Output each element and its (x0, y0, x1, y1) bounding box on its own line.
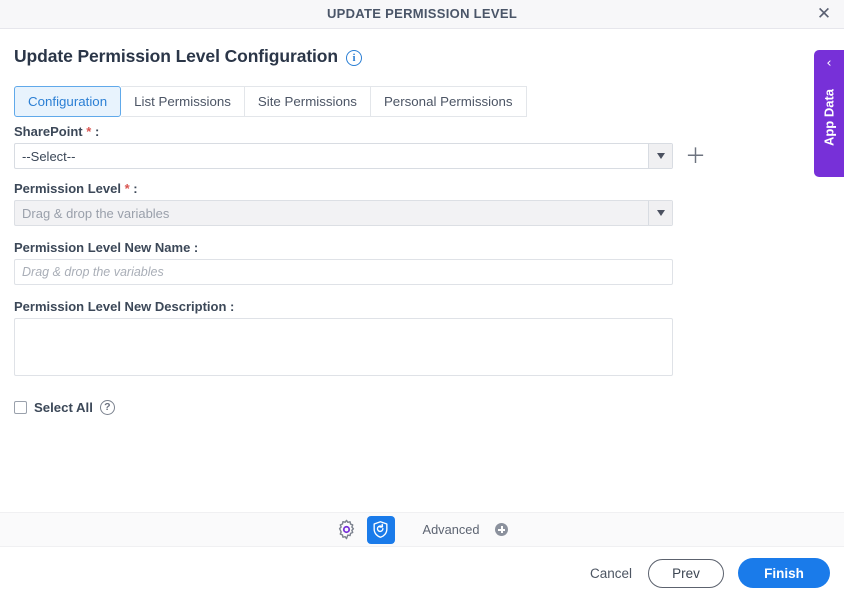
plus-icon[interactable]: ＋ (685, 145, 706, 167)
page-title: Update Permission Level Configuration (14, 46, 338, 66)
cancel-button[interactable]: Cancel (588, 562, 634, 585)
permission-level-new-description-input[interactable] (14, 318, 673, 376)
tab-configuration[interactable]: Configuration (14, 86, 122, 117)
help-icon[interactable]: ? (99, 400, 115, 415)
sharepoint-select[interactable]: --Select-- (14, 143, 673, 169)
bottom-toolbar: Advanced (0, 512, 844, 547)
plus-circle-icon[interactable] (495, 523, 509, 536)
app-data-panel-toggle[interactable]: ‹ App Data (814, 50, 844, 177)
select-all-checkbox[interactable] (14, 401, 27, 414)
configuration-form: SharePoint * : --Select-- ＋ Permission L… (14, 124, 714, 415)
tab-bar: Configuration List Permissions Site Perm… (14, 86, 527, 117)
select-all-label: Select All (34, 400, 93, 415)
sharepoint-label-colon: : (94, 124, 100, 139)
chevron-down-icon[interactable] (648, 144, 672, 168)
shield-refresh-icon[interactable] (366, 515, 395, 544)
permission-level-new-name-label: Permission Level New Name : (14, 240, 199, 255)
dialog-footer: Cancel Prev Finish (0, 552, 844, 594)
info-icon[interactable]: i (346, 49, 362, 66)
select-all-row: Select All ? (14, 400, 714, 415)
permission-level-row: Drag & drop the variables (14, 200, 714, 226)
sharepoint-label: SharePoint * : (14, 124, 714, 139)
tab-personal-permissions[interactable]: Personal Permissions (370, 86, 527, 117)
app-data-label: App Data (821, 88, 837, 147)
page-heading: Update Permission Level Configuration i (14, 46, 362, 67)
finish-button[interactable]: Finish (738, 558, 830, 588)
gear-icon[interactable] (336, 519, 357, 540)
close-icon[interactable]: ✕ (812, 3, 836, 26)
permission-level-select-value: Drag & drop the variables (22, 205, 170, 221)
dialog-title: UPDATE PERMISSION LEVEL (326, 6, 518, 21)
permission-level-new-name-input[interactable] (14, 259, 673, 285)
dialog-title-bar: UPDATE PERMISSION LEVEL ✕ (0, 0, 844, 29)
sharepoint-row: --Select-- ＋ (14, 143, 714, 169)
tab-list-permissions[interactable]: List Permissions (121, 86, 245, 117)
sharepoint-required-marker: * (86, 124, 92, 139)
permission-level-label-colon: : (133, 181, 138, 196)
sharepoint-label-text: SharePoint (14, 124, 83, 139)
permission-level-required-marker: * (124, 181, 130, 196)
tab-site-permissions[interactable]: Site Permissions (244, 86, 371, 117)
permission-level-label-text: Permission Level (14, 181, 121, 196)
permission-level-select[interactable]: Drag & drop the variables (14, 200, 673, 226)
chevron-left-icon: ‹ (826, 56, 832, 71)
sharepoint-select-value: --Select-- (22, 148, 76, 164)
prev-button[interactable]: Prev (648, 558, 724, 588)
advanced-label[interactable]: Advanced (423, 522, 480, 537)
chevron-down-icon[interactable] (648, 201, 672, 225)
permission-level-new-description-label: Permission Level New Description : (14, 299, 235, 314)
permission-level-label: Permission Level * : (14, 181, 714, 196)
